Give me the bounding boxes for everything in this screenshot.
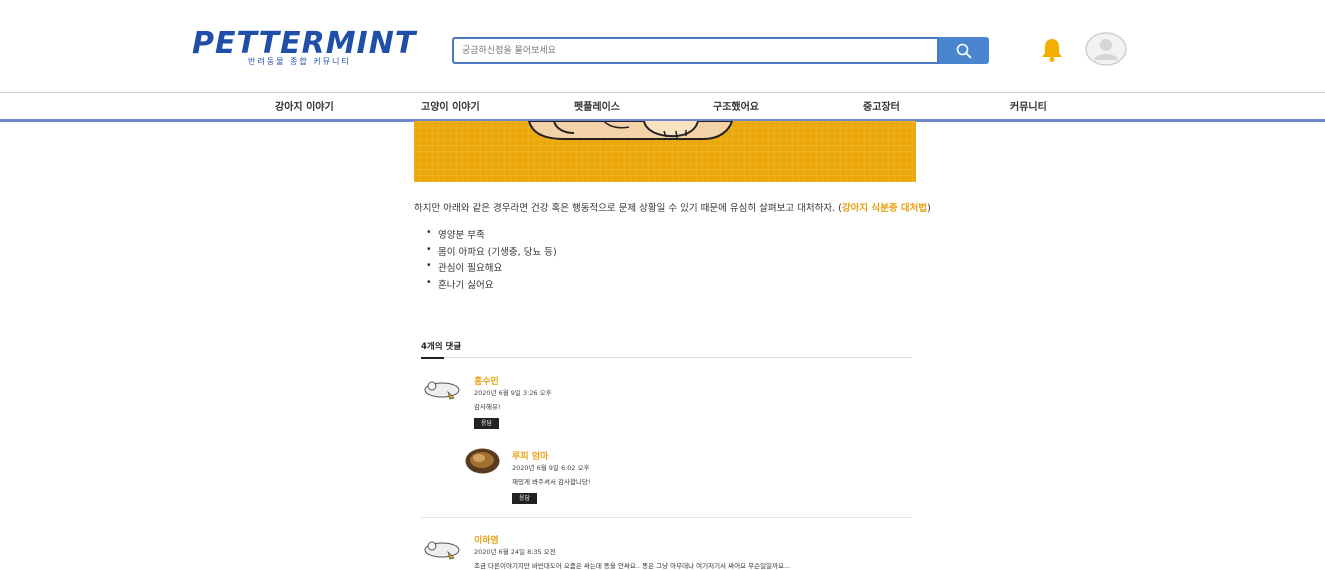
nav-community[interactable]: 커뮤니티 [1010,98,1047,113]
list-item: 영양분 부족 [426,227,557,244]
logo-subtitle: 반려동물 종합 커뮤니티 [248,57,351,66]
list-item: 몸이 아파요 (기생충, 당뇨 등) [426,244,557,261]
search-button[interactable] [939,37,989,64]
site-logo[interactable]: PETTERMINT 반려동물 종합 커뮤니티 [192,22,415,70]
reply-button[interactable]: 응답 [474,418,499,429]
comments-heading-underline [421,357,444,359]
comments-count-heading: 4개의 댓글 [421,342,462,352]
comments-divider [421,357,912,358]
reasons-list: 영양분 부족 몸이 아파요 (기생충, 당뇨 등) 관심이 필요해요 혼나기 싫… [426,227,557,293]
comment-text: 조금 다른이야기지만 바빈대도어 오줌은 싸는데 똥을 안싸요.. 똥은 그냥 … [474,562,791,570]
search-input[interactable] [452,37,939,64]
commenter-avatar [420,532,464,564]
nav-used-market[interactable]: 중고장터 [863,98,900,113]
search-icon [956,43,972,58]
nav-dog-stories[interactable]: 강아지 이야기 [275,98,334,113]
comment-date[interactable]: 2020년 6월 24일 8:35 오전 [474,546,556,556]
comment-separator [421,517,912,518]
search-bar [452,37,989,64]
list-item: 관심이 필요해요 [426,260,557,277]
article-illustration [414,121,916,182]
nav-pet-place[interactable]: 펫플레이스 [574,98,620,113]
reply-button[interactable]: 응답 [512,493,537,504]
comment-date[interactable]: 2020년 6월 9일 3:26 오후 [474,387,552,397]
commenter-avatar [465,448,500,474]
comment-date[interactable]: 2020년 6월 9일 6:02 오후 [512,462,590,472]
comment-text: 재밌게 봐주셔서 감사합니당! [512,478,591,486]
commenter-avatar [420,372,464,404]
comment-author[interactable]: 홍수민 [474,374,499,387]
poop-eating-guide-link[interactable]: 강아지 식분증 대처법 [842,203,927,214]
nav-cat-stories[interactable]: 고양이 이야기 [421,98,480,113]
site-header: PETTERMINT 반려동물 종합 커뮤니티 [0,0,1325,92]
comment-author[interactable]: 이하영 [474,533,499,546]
user-avatar-icon[interactable] [1085,32,1127,66]
nav-rescue[interactable]: 구조했어요 [713,98,759,113]
main-nav: 강아지 이야기 고양이 이야기 펫플레이스 구조했어요 중고장터 커뮤니티 [0,92,1325,122]
list-item: 혼나기 싫어요 [426,277,557,294]
article-paragraph: 하지만 아래와 같은 경우라면 건강 혹은 행동적으로 문제 상황일 수 있기 … [414,203,931,214]
notification-bell-icon[interactable] [1038,36,1066,64]
comment-text: 감사해유! [474,403,501,411]
comment-author[interactable]: 루피 엄마 [512,449,548,462]
